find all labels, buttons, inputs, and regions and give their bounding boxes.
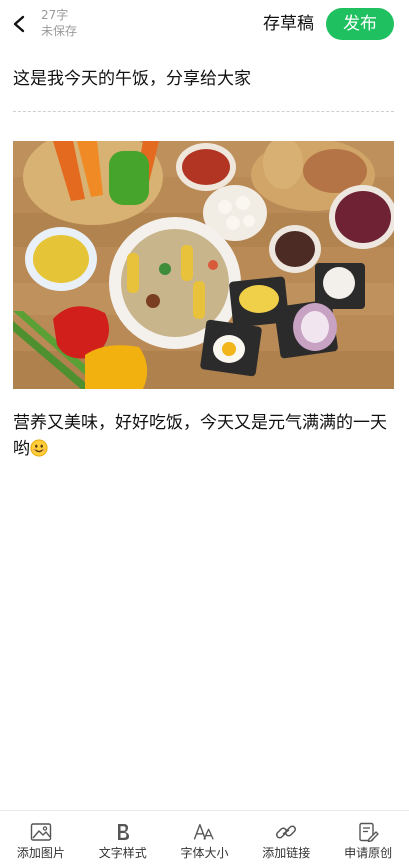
title-divider bbox=[13, 111, 394, 112]
save-draft-button[interactable]: 存草稿 bbox=[263, 12, 314, 36]
editor-toolbar: 添加图片 文字样式 字体大小 添加链接 申请原创 bbox=[0, 810, 409, 867]
bold-b-icon bbox=[117, 824, 129, 840]
smiling-face-emoji bbox=[30, 439, 48, 457]
link-icon bbox=[276, 825, 297, 839]
add-link-label: 添加链接 bbox=[262, 846, 311, 860]
font-size-label: 字体大小 bbox=[180, 846, 229, 860]
apply-original-label: 申请原创 bbox=[344, 846, 393, 860]
add-image-label: 添加图片 bbox=[16, 846, 65, 860]
back-button[interactable] bbox=[8, 10, 30, 38]
publish-button[interactable]: 发布 bbox=[326, 8, 394, 40]
font-size-button[interactable]: 字体大小 bbox=[164, 811, 246, 867]
add-image-button[interactable]: 添加图片 bbox=[0, 811, 82, 867]
back-arrow-icon bbox=[13, 15, 25, 33]
font-size-icon bbox=[194, 823, 215, 840]
text-style-label: 文字样式 bbox=[98, 846, 147, 860]
article-body-text: 营养又美味，好好吃饭，今天又是元气满满的一天哟 bbox=[13, 413, 387, 459]
article-body[interactable]: 营养又美味，好好吃饭，今天又是元气满满的一天哟 bbox=[13, 410, 398, 462]
image-icon bbox=[30, 823, 52, 841]
unsaved-label: 未保存 bbox=[41, 24, 78, 38]
original-apply-icon bbox=[359, 822, 379, 842]
food-photo[interactable] bbox=[13, 141, 394, 389]
text-style-button[interactable]: 文字样式 bbox=[82, 811, 164, 867]
top-bar: 27字 未保存 存草稿 发布 bbox=[0, 0, 409, 48]
save-status: 27字 未保存 bbox=[41, 7, 77, 39]
food-table-photo bbox=[13, 141, 394, 389]
article-title[interactable]: 这是我今天的午饭，分享给大家 bbox=[13, 66, 251, 92]
apply-original-button[interactable]: 申请原创 bbox=[327, 811, 409, 867]
add-link-button[interactable]: 添加链接 bbox=[245, 811, 327, 867]
word-count: 27字 bbox=[41, 8, 69, 22]
